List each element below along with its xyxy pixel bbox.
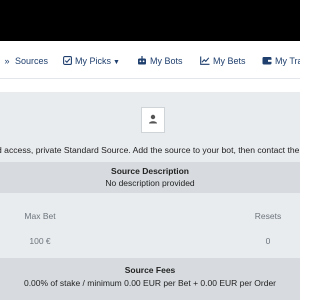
nav-item-label: My Bots xyxy=(150,56,183,66)
resets-value: 0 xyxy=(265,236,271,246)
nav-item-my-picks[interactable]: My Picks ▼ xyxy=(62,45,120,78)
max-bet-label: Max Bet xyxy=(24,211,56,221)
nav-item-my-transactions[interactable]: My Tra xyxy=(262,45,300,78)
fees-text: 0.00% of stake / minimum 0.00 EUR per Be… xyxy=(23,278,277,288)
nav-item-label: My Tra xyxy=(275,56,300,66)
nav-item-my-bots[interactable]: My Bots xyxy=(137,45,183,78)
nav-item-sources[interactable]: » Sources xyxy=(2,45,48,78)
top-header-bar xyxy=(0,0,300,41)
source-description-section: Source Description No description provid… xyxy=(0,162,300,193)
nav-item-label: My Picks xyxy=(75,56,111,66)
wallet-icon xyxy=(262,45,272,78)
chevron-down-icon: ▼ xyxy=(113,59,120,66)
nav-item-label: Sources xyxy=(15,56,49,66)
source-fees-section: Source Fees 0.00% of stake / minimum 0.0… xyxy=(0,258,300,300)
nav-item-label: My Bets xyxy=(213,56,246,66)
nav-item-my-bets[interactable]: My Bets xyxy=(200,45,246,78)
double-chevron-right-icon: » xyxy=(4,56,10,66)
section-title: Source Description xyxy=(111,166,189,176)
source-access-text: d access, private Standard Source. Add t… xyxy=(0,145,300,155)
source-stats: Max Bet 100 € Resets 0 xyxy=(0,193,300,258)
robot-icon xyxy=(137,45,147,78)
section-title: Source Fees xyxy=(124,265,176,275)
resets-label: Resets xyxy=(254,211,282,221)
main-nav: » Sources My Picks ▼ My Bots My Bets My Tr… xyxy=(0,45,300,79)
max-bet-value: 100 € xyxy=(29,236,51,246)
checkbox-icon xyxy=(62,45,72,78)
source-avatar xyxy=(141,107,165,133)
user-icon xyxy=(148,111,158,129)
section-text: No description provided xyxy=(105,178,195,188)
chart-line-icon xyxy=(200,45,210,78)
